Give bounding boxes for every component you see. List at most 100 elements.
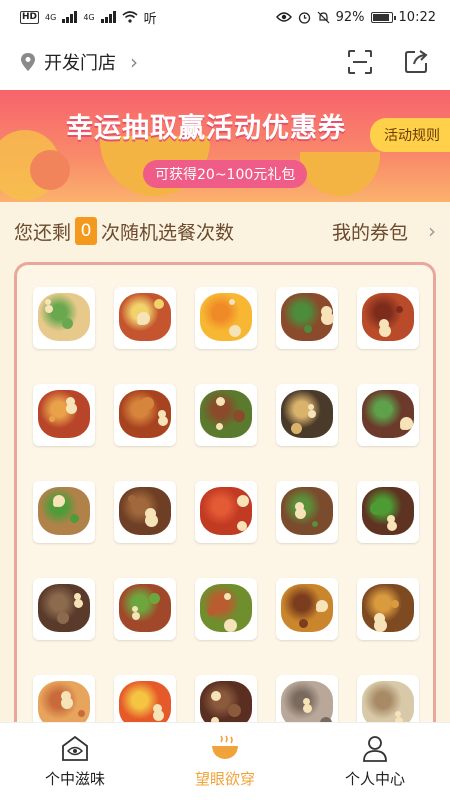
dish-garnish: [216, 397, 225, 406]
dish-juice-image[interactable]: [195, 287, 257, 349]
dish-food-shape: [362, 584, 414, 632]
battery-icon: [370, 11, 396, 23]
dish-greens-meat-image[interactable]: [195, 384, 257, 446]
dish-garnish: [66, 403, 77, 414]
remaining-prefix: 您还剩: [14, 221, 72, 244]
dish-garnish: [53, 501, 59, 507]
dish-green-pepper-image[interactable]: [195, 578, 257, 640]
dish-garnish: [62, 318, 73, 329]
dish-garnish: [400, 423, 407, 430]
scan-icon: [348, 50, 372, 74]
dish-garnish: [145, 514, 158, 527]
dish-beef-stew-image[interactable]: [114, 481, 176, 543]
dish-garnish: [387, 521, 397, 531]
dish-food-shape: [38, 487, 90, 535]
mute-bell-icon: [317, 11, 330, 23]
dish-sauce-chicken-image[interactable]: [357, 578, 419, 640]
dish-garnish: [61, 697, 73, 709]
dish-garnish: [303, 704, 312, 713]
signal-icon-2: [100, 11, 116, 23]
dish-garnish: [207, 606, 217, 616]
dish-kungpao-image[interactable]: [114, 287, 176, 349]
dish-garnish: [370, 502, 383, 515]
remaining-suffix: 次随机选餐次数: [101, 221, 235, 244]
dish-food-shape: [200, 293, 252, 341]
dish-garnish: [154, 299, 164, 309]
scan-button[interactable]: [346, 48, 374, 76]
nav-tab-random-meal[interactable]: 望眼欲穿: [150, 723, 300, 800]
dish-garnish: [312, 521, 318, 527]
draw-info-row: 您还剩 0 次随机选餐次数 我的券包 ›: [0, 202, 450, 260]
dish-braised-duck-image[interactable]: [33, 578, 95, 640]
dish-garnish: [237, 521, 247, 531]
dish-grid: [33, 287, 419, 732]
dish-garnish: [308, 410, 316, 418]
battery-percent: 92%: [335, 9, 365, 25]
eye-icon: [275, 12, 292, 22]
dish-food-shape: [281, 487, 333, 535]
dish-mushroom-image[interactable]: [276, 481, 338, 543]
dish-garnish: [158, 416, 168, 426]
dish-stirfry-beef-image[interactable]: [276, 287, 338, 349]
dish-garnish: [141, 397, 154, 410]
hd-icon: HD: [20, 10, 40, 24]
coupon-wallet-link[interactable]: 我的券包 ›: [332, 218, 436, 245]
network-type-2: 4G: [83, 12, 95, 22]
dish-garnish: [224, 593, 231, 600]
dish-shredded-image[interactable]: [33, 481, 95, 543]
nav-tab-taste[interactable]: 个中滋味: [0, 723, 150, 800]
dish-garnish: [299, 619, 308, 628]
dish-garnish: [379, 325, 391, 337]
dish-garnish: [229, 325, 241, 337]
dish-garnish: [57, 612, 69, 624]
dish-pepper-beef-image[interactable]: [357, 481, 419, 543]
dish-garnish: [211, 691, 221, 701]
balloon-decoration: [30, 150, 70, 190]
dish-braised-pork-image[interactable]: [114, 384, 176, 446]
banner-subtitle: 可获得20~100元礼包: [143, 160, 308, 188]
status-bar: HD 4G 4G 听 92% 10:22: [0, 0, 450, 34]
dish-duck-image[interactable]: [357, 287, 419, 349]
dish-garnish: [136, 691, 142, 697]
dish-garnish: [45, 305, 53, 313]
dish-chicken-image[interactable]: [33, 287, 95, 349]
dish-fish-chili-image[interactable]: [195, 481, 257, 543]
dish-garnish: [212, 312, 221, 321]
dish-spicy-chicken-image[interactable]: [33, 384, 95, 446]
dish-garnish: [321, 312, 334, 325]
dish-eel-image[interactable]: [276, 384, 338, 446]
store-selector[interactable]: 开发门店 ›: [20, 49, 138, 75]
chevron-right-icon: ›: [130, 50, 138, 74]
dish-panel: [14, 262, 436, 732]
nav-label: 个人中心: [344, 770, 405, 788]
dish-garnish: [291, 423, 302, 434]
app-header: 开发门店 ›: [0, 34, 450, 90]
alarm-icon: [298, 11, 310, 24]
nav-label: 个中滋味: [44, 770, 105, 788]
nav-tab-profile[interactable]: 个人中心: [300, 723, 450, 800]
dish-food-shape: [38, 390, 90, 438]
activity-rules-button[interactable]: 活动规则: [370, 118, 450, 152]
dish-garnish: [70, 514, 79, 523]
dish-garnish: [295, 508, 306, 519]
dish-garnish: [74, 599, 83, 608]
banner-title: 幸运抽取赢活动优惠券: [66, 113, 346, 144]
dish-garnish: [304, 325, 312, 333]
dish-food-shape: [38, 584, 90, 632]
share-button[interactable]: [402, 48, 430, 76]
dish-beef-greens-image[interactable]: [357, 384, 419, 446]
network-type-1: 4G: [45, 12, 57, 22]
dish-food-shape: [362, 390, 414, 438]
location-pin-icon: [21, 53, 35, 71]
dish-food-shape: [281, 390, 333, 438]
dish-food-shape: [119, 584, 171, 632]
dish-garnish: [374, 619, 387, 632]
remaining-count-badge: 0: [75, 217, 98, 245]
promo-banner[interactable]: 幸运抽取赢活动优惠券 可获得20~100元礼包 活动规则: [0, 90, 450, 202]
wallet-label: 我的券包: [331, 221, 408, 244]
dish-spareribs-image[interactable]: [114, 578, 176, 640]
dish-garnish: [237, 495, 249, 507]
dish-garnish: [220, 508, 227, 515]
speed-indicator: 听: [143, 11, 157, 27]
dish-potato-meat-image[interactable]: [276, 578, 338, 640]
